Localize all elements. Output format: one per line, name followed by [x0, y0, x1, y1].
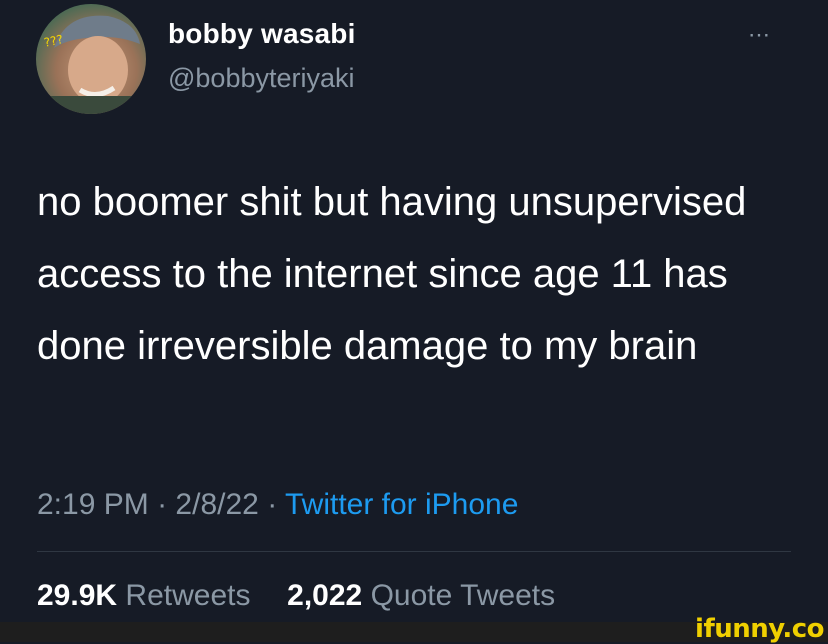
avatar[interactable]: ??? — [36, 4, 146, 114]
tweet-time[interactable]: 2:19 PM — [37, 488, 149, 521]
tweet-meta: 2:19 PM · 2/8/22 · Twitter for iPhone — [37, 488, 518, 522]
quote-tweets-label: Quote Tweets — [370, 579, 556, 612]
retweets-stat[interactable]: 29.9K Retweets — [37, 579, 259, 612]
more-options-icon[interactable]: ⋯ — [748, 22, 771, 48]
tweet-text: no boomer shit but having unsupervised a… — [37, 180, 747, 368]
retweets-count: 29.9K — [37, 579, 118, 612]
retweets-label: Retweets — [125, 579, 251, 612]
ifunny-watermark-logo: ifunny.co — [695, 614, 824, 644]
tweet-card: ??? bobby wasabi @bobbyteriyaki ⋯ no boo… — [0, 0, 828, 622]
tweet-stats: 29.9K Retweets 2,022 Quote Tweets — [37, 579, 555, 613]
tweet-source-link[interactable]: Twitter for iPhone — [285, 488, 518, 521]
tweet-date[interactable]: 2/8/22 — [175, 488, 258, 521]
quote-tweets-count: 2,022 — [287, 579, 363, 612]
user-handle[interactable]: @bobbyteriyaki — [168, 63, 355, 94]
meta-separator: · — [157, 488, 168, 521]
divider — [37, 551, 791, 552]
avatar-photo-icon — [36, 15, 146, 114]
quote-tweets-stat[interactable]: 2,022 Quote Tweets — [287, 579, 555, 612]
display-name[interactable]: bobby wasabi — [168, 18, 356, 50]
meta-separator: · — [267, 488, 278, 521]
